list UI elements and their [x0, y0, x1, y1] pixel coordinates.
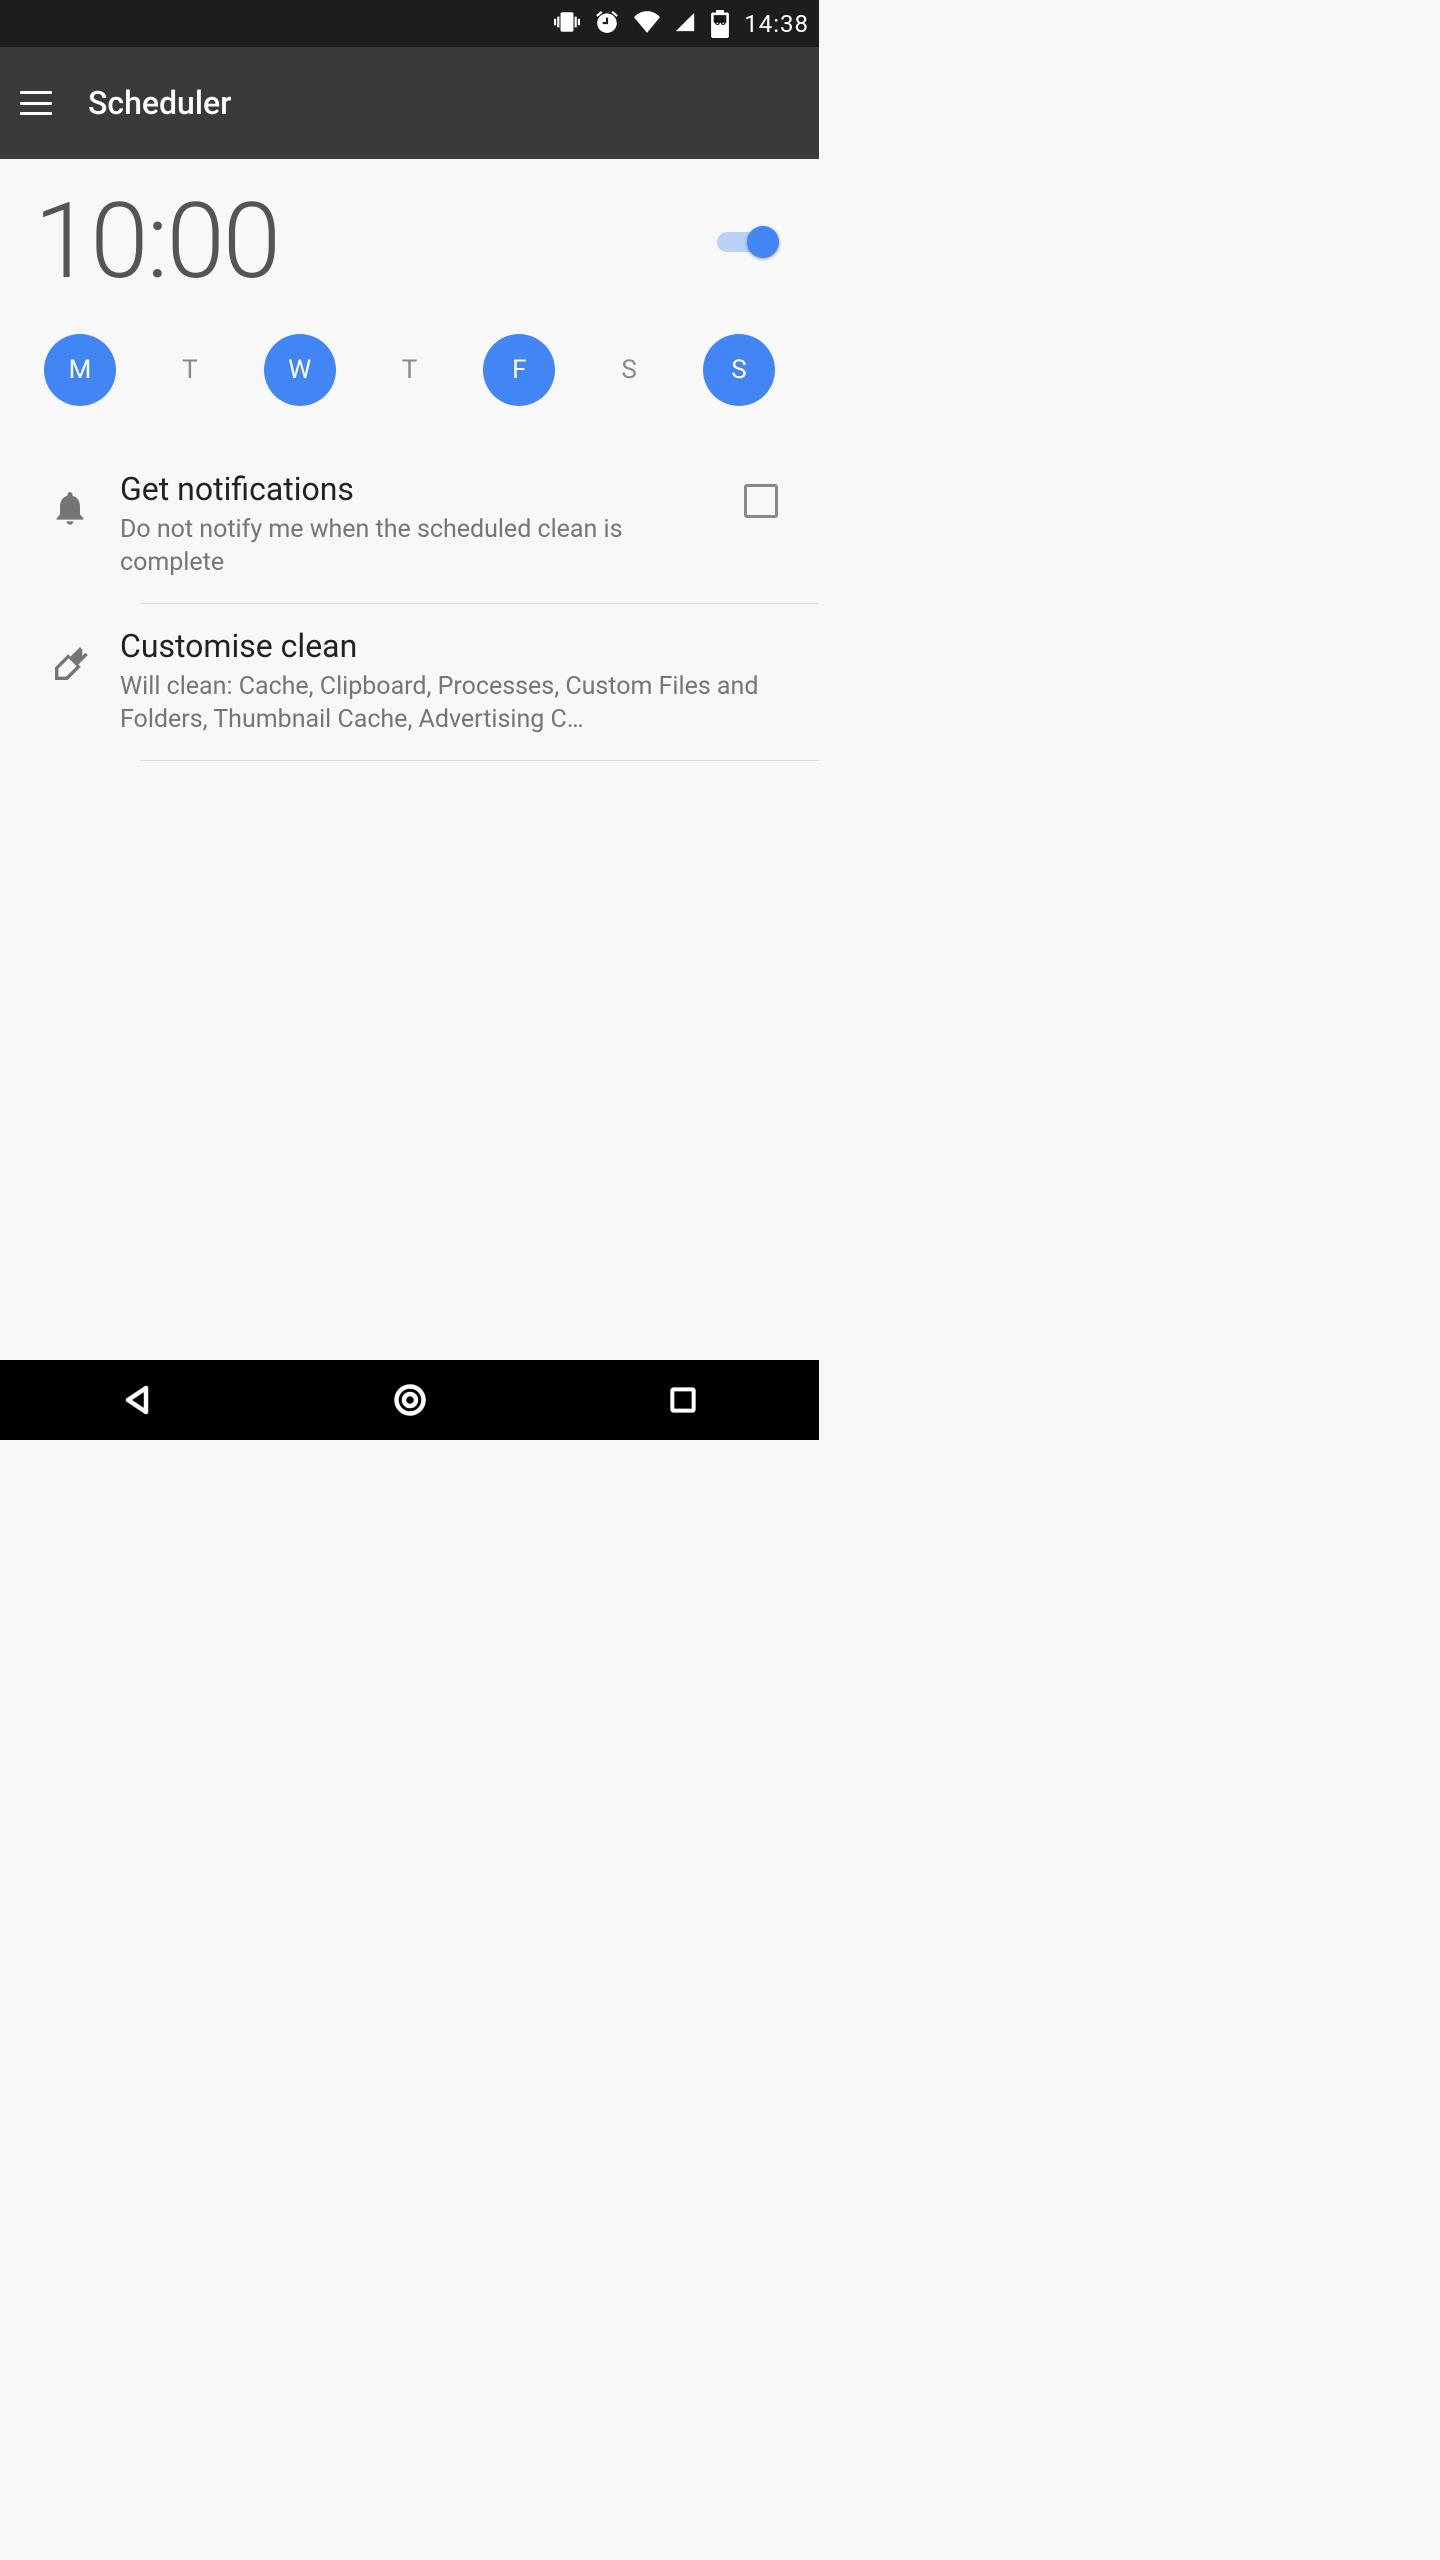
schedule-toggle[interactable] — [717, 224, 779, 260]
broom-icon — [20, 627, 120, 685]
alarm-icon — [594, 9, 620, 39]
nav-home-button[interactable] — [350, 1382, 470, 1418]
notifications-title: Get notifications — [120, 470, 715, 508]
day-tuesday[interactable]: T — [154, 334, 226, 406]
item-get-notifications[interactable]: Get notifications Do not notify me when … — [0, 446, 819, 603]
day-sunday[interactable]: S — [703, 334, 775, 406]
status-bar: 66 14:38 — [0, 0, 819, 47]
action-bar: Scheduler — [0, 47, 819, 159]
battery-icon: 66 — [710, 10, 730, 38]
notifications-subtitle: Do not notify me when the scheduled clea… — [120, 514, 715, 579]
battery-level: 66 — [710, 17, 730, 28]
day-wednesday[interactable]: W — [264, 334, 336, 406]
nav-recent-button[interactable] — [623, 1384, 743, 1416]
options-list: Get notifications Do not notify me when … — [0, 446, 819, 760]
vibrate-icon — [554, 9, 580, 39]
notifications-checkbox[interactable] — [744, 484, 778, 518]
day-friday[interactable]: F — [483, 334, 555, 406]
item-customise-clean[interactable]: Customise clean Will clean: Cache, Clipb… — [0, 603, 819, 760]
nav-back-button[interactable] — [77, 1382, 197, 1418]
bell-icon — [20, 470, 120, 528]
customise-title: Customise clean — [120, 627, 775, 665]
day-thursday[interactable]: T — [373, 334, 445, 406]
cell-signal-icon — [674, 11, 696, 37]
day-monday[interactable]: M — [44, 334, 116, 406]
content-pane: 10:00 M T W T F S S Get notifications Do… — [0, 159, 819, 1360]
navigation-bar — [0, 1360, 819, 1440]
page-title: Scheduler — [88, 84, 231, 122]
status-clock: 14:38 — [744, 10, 809, 38]
wifi-icon — [634, 11, 660, 37]
schedule-time[interactable]: 10:00 — [34, 189, 279, 294]
menu-icon[interactable] — [20, 91, 52, 115]
days-of-week: M T W T F S S — [0, 304, 819, 446]
customise-subtitle: Will clean: Cache, Clipboard, Processes,… — [120, 671, 775, 736]
day-saturday[interactable]: S — [593, 334, 665, 406]
schedule-time-row: 10:00 — [0, 159, 819, 304]
